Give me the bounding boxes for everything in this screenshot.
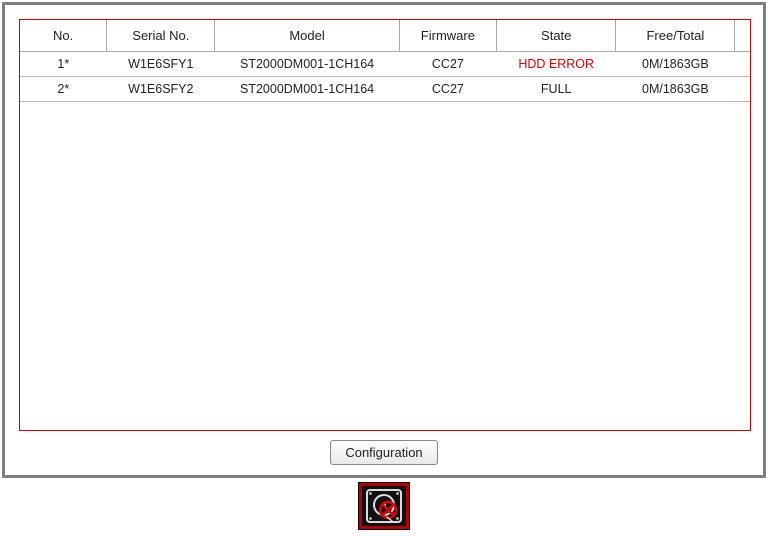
table-frame: No. Serial No. Model Firmware State Free… <box>19 19 751 431</box>
table-scroll-area[interactable]: No. Serial No. Model Firmware State Free… <box>20 20 750 430</box>
cell-free: 0s <box>735 52 750 77</box>
hdd-table: No. Serial No. Model Firmware State Free… <box>20 20 750 102</box>
hdd-error-footer-button[interactable] <box>358 482 410 530</box>
cell-free: 0s <box>735 77 750 102</box>
col-header-firmware[interactable]: Firmware <box>399 20 497 52</box>
cell-model: ST2000DM001-1CH164 <box>215 77 399 102</box>
cell-state: HDD ERROR <box>497 52 616 77</box>
col-header-free-total[interactable]: Free/Total <box>616 20 735 52</box>
main-panel: No. Serial No. Model Firmware State Free… <box>2 2 766 478</box>
cell-free-total: 0M/1863GB <box>616 52 735 77</box>
button-bar: Configuration <box>5 440 763 465</box>
cell-serial: W1E6SFY1 <box>107 52 215 77</box>
cell-serial: W1E6SFY2 <box>107 77 215 102</box>
cell-no: 1* <box>20 52 107 77</box>
col-header-state[interactable]: State <box>497 20 616 52</box>
cell-firmware: CC27 <box>399 52 497 77</box>
hdd-error-icon <box>362 486 406 526</box>
col-header-serial[interactable]: Serial No. <box>107 20 215 52</box>
col-header-model[interactable]: Model <box>215 20 399 52</box>
cell-model: ST2000DM001-1CH164 <box>215 52 399 77</box>
col-header-no[interactable]: No. <box>20 20 107 52</box>
configuration-button[interactable]: Configuration <box>330 440 437 465</box>
cell-firmware: CC27 <box>399 77 497 102</box>
table-body: 1* W1E6SFY1 ST2000DM001-1CH164 CC27 HDD … <box>20 52 750 102</box>
table-header-row: No. Serial No. Model Firmware State Free… <box>20 20 750 52</box>
table-row[interactable]: 2* W1E6SFY2 ST2000DM001-1CH164 CC27 FULL… <box>20 77 750 102</box>
col-header-free[interactable]: Free <box>735 20 750 52</box>
cell-no: 2* <box>20 77 107 102</box>
cell-state: FULL <box>497 77 616 102</box>
cell-free-total: 0M/1863GB <box>616 77 735 102</box>
table-row[interactable]: 1* W1E6SFY1 ST2000DM001-1CH164 CC27 HDD … <box>20 52 750 77</box>
